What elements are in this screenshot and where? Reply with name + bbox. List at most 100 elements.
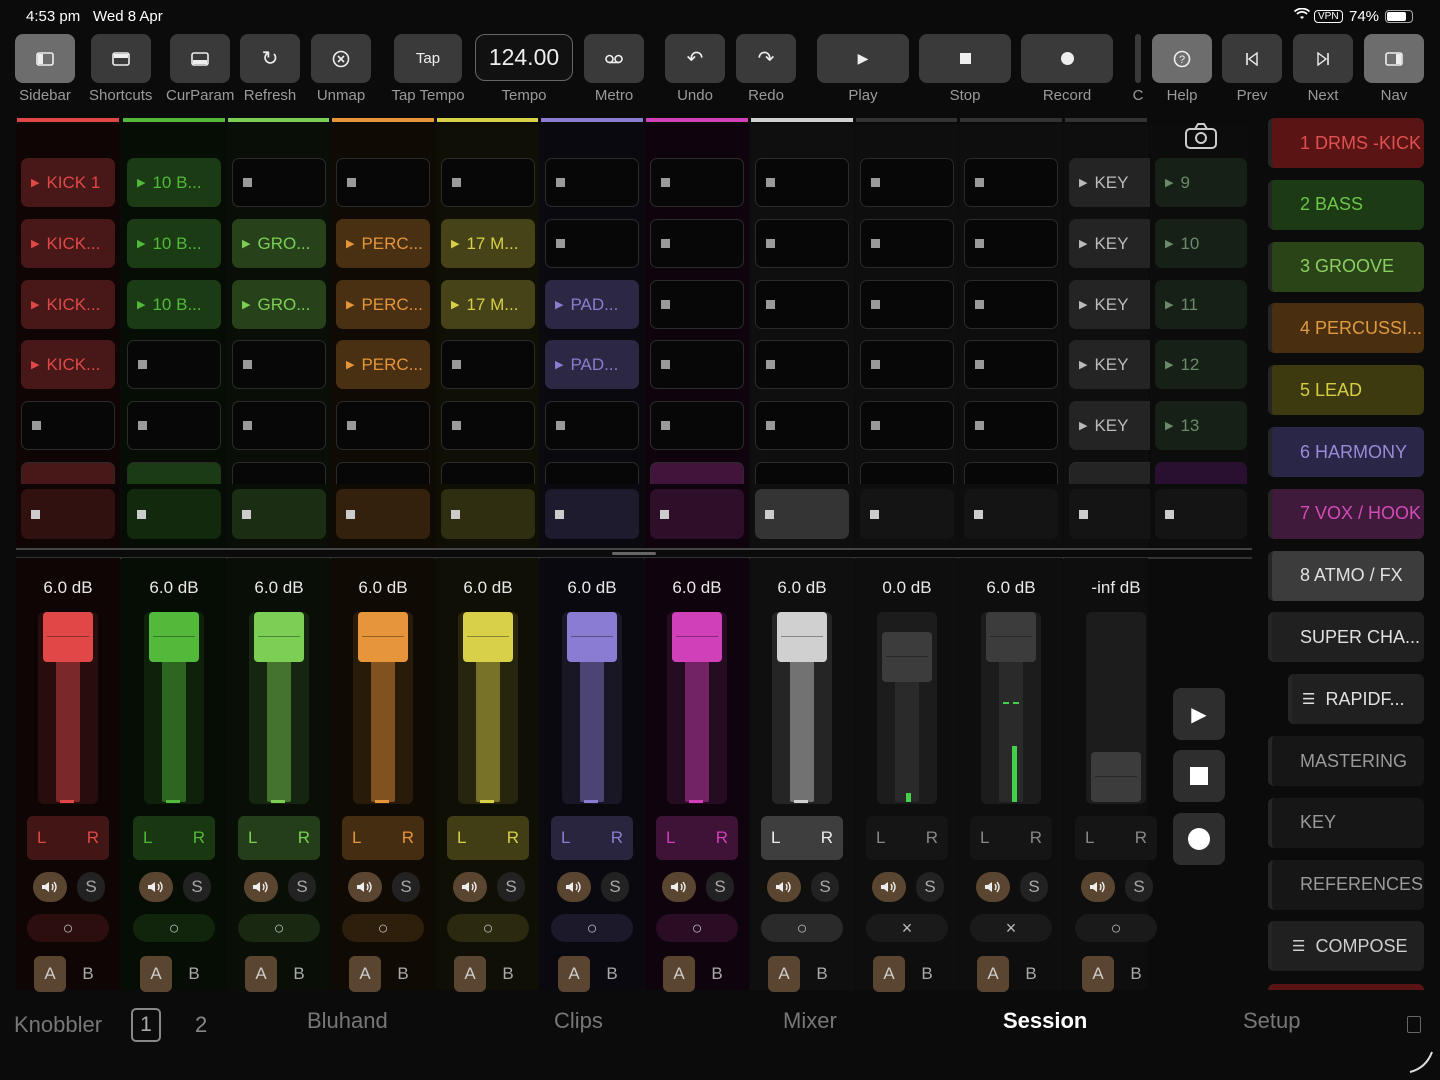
partial-scene-slot[interactable] bbox=[1155, 462, 1247, 484]
fader-handle[interactable] bbox=[43, 612, 93, 662]
empty-clip-slot[interactable] bbox=[650, 219, 744, 268]
tab-mixer[interactable]: Mixer bbox=[783, 1008, 837, 1034]
crossfade-a-button[interactable]: A bbox=[873, 956, 905, 992]
solo-button[interactable]: S bbox=[811, 872, 839, 902]
fader-handle[interactable] bbox=[149, 612, 199, 662]
fader-handle[interactable] bbox=[986, 612, 1036, 662]
solo-button[interactable]: S bbox=[706, 872, 734, 902]
mute-button[interactable] bbox=[244, 872, 278, 902]
pan-control[interactable]: LR bbox=[551, 816, 633, 860]
empty-clip-slot[interactable] bbox=[441, 340, 535, 389]
pan-control[interactable]: LR bbox=[342, 816, 424, 860]
solo-button[interactable]: S bbox=[497, 872, 525, 902]
clip-slot[interactable]: ▶ KICK 1 bbox=[21, 158, 115, 207]
redo-button[interactable]: ↷ Redo bbox=[736, 34, 796, 104]
crossfade-a-button[interactable]: A bbox=[977, 956, 1009, 992]
arm-button[interactable]: ○ bbox=[342, 914, 424, 942]
clip-slot[interactable]: ▶ 10 B... bbox=[127, 280, 221, 329]
empty-clip-slot[interactable] bbox=[336, 158, 430, 207]
crossfade-a-button[interactable]: A bbox=[663, 956, 695, 992]
clip-slot[interactable]: ▶ PERC... bbox=[336, 340, 430, 389]
crossfade-b-button[interactable]: B bbox=[178, 956, 210, 992]
metro-button[interactable]: Metro bbox=[584, 34, 644, 104]
empty-clip-slot[interactable] bbox=[860, 280, 954, 329]
sidebar-track-item[interactable]: 6 HARMONY bbox=[1268, 427, 1424, 477]
crossfade-b-button[interactable]: B bbox=[387, 956, 419, 992]
crossfade-a-button[interactable]: A bbox=[245, 956, 277, 992]
crossfade-b-button[interactable]: B bbox=[701, 956, 733, 992]
clip-slot[interactable]: ▶ KEY bbox=[1069, 158, 1163, 207]
fader-handle[interactable] bbox=[882, 632, 932, 682]
fader-handle[interactable] bbox=[777, 612, 827, 662]
crossfade-b-button[interactable]: B bbox=[492, 956, 524, 992]
sidebar-track-item[interactable]: 1 DRMS -KICK bbox=[1268, 118, 1424, 168]
sidebar-track-item[interactable]: MASTERING bbox=[1268, 736, 1424, 786]
fader-handle[interactable] bbox=[567, 612, 617, 662]
empty-clip-slot[interactable] bbox=[964, 280, 1058, 329]
mute-button[interactable] bbox=[872, 872, 906, 902]
clip-slot[interactable]: ▶ 17 M... bbox=[441, 219, 535, 268]
track-stop-button[interactable] bbox=[1069, 489, 1163, 539]
track-stop-button[interactable] bbox=[755, 489, 849, 539]
solo-button[interactable]: S bbox=[183, 872, 211, 902]
crossfade-b-button[interactable]: B bbox=[596, 956, 628, 992]
crossfade-a-button[interactable]: A bbox=[1082, 956, 1114, 992]
clip-slot[interactable]: ▶ GRO... bbox=[232, 219, 326, 268]
partial-clip-slot[interactable] bbox=[650, 462, 744, 484]
grid-mixer-divider[interactable] bbox=[16, 548, 1252, 550]
tab-bluhand[interactable]: Bluhand bbox=[307, 1008, 388, 1034]
scene-launch[interactable]: ▶ 12 bbox=[1155, 340, 1247, 389]
clip-slot[interactable]: ▶ KEY bbox=[1069, 401, 1163, 450]
empty-clip-slot[interactable] bbox=[755, 340, 849, 389]
sidebar-track-item[interactable]: SUPER CHA... bbox=[1268, 612, 1424, 663]
crossfade-b-button[interactable]: B bbox=[72, 956, 104, 992]
sidebar-track-item[interactable]: 2 BASS bbox=[1268, 179, 1424, 230]
scene-launch[interactable]: ▶ 10 bbox=[1155, 219, 1247, 268]
unmap-button[interactable]: Unmap bbox=[311, 34, 371, 104]
empty-clip-slot[interactable] bbox=[545, 401, 639, 450]
crossfade-b-button[interactable]: B bbox=[806, 956, 838, 992]
track-stop-button[interactable] bbox=[21, 489, 115, 539]
solo-button[interactable]: S bbox=[601, 872, 629, 902]
partial-clip-slot[interactable] bbox=[545, 462, 639, 484]
tempo-field[interactable]: 124.00 Tempo bbox=[475, 34, 573, 104]
partial-clip-slot[interactable] bbox=[21, 462, 115, 484]
pan-control[interactable]: LR bbox=[238, 816, 320, 860]
partial-clip-slot[interactable] bbox=[860, 462, 954, 484]
empty-clip-slot[interactable] bbox=[650, 158, 744, 207]
empty-clip-slot[interactable] bbox=[545, 158, 639, 207]
scene-launch[interactable]: ▶ 13 bbox=[1155, 401, 1247, 450]
empty-clip-slot[interactable] bbox=[650, 280, 744, 329]
pan-control[interactable]: LR bbox=[656, 816, 738, 860]
partial-clip-slot[interactable] bbox=[441, 462, 535, 484]
arm-button[interactable]: × bbox=[866, 914, 948, 942]
clip-slot[interactable]: ▶ PERC... bbox=[336, 219, 430, 268]
pan-control[interactable]: LR bbox=[447, 816, 529, 860]
track-stop-button[interactable] bbox=[127, 489, 221, 539]
refresh-button[interactable]: ↻ Refresh bbox=[240, 34, 300, 104]
shortcuts-button[interactable]: Shortcuts bbox=[89, 34, 152, 104]
tab-session[interactable]: Session bbox=[1003, 1008, 1087, 1034]
track-stop-button[interactable] bbox=[650, 489, 744, 539]
empty-clip-slot[interactable] bbox=[21, 401, 115, 450]
track-stop-button[interactable] bbox=[336, 489, 430, 539]
mixer-stop-button[interactable] bbox=[1173, 750, 1225, 802]
empty-clip-slot[interactable] bbox=[755, 401, 849, 450]
fader-handle[interactable] bbox=[463, 612, 513, 662]
crossfade-a-button[interactable]: A bbox=[454, 956, 486, 992]
pan-control[interactable]: LR bbox=[866, 816, 948, 860]
clip-slot[interactable]: ▶ 10 B... bbox=[127, 158, 221, 207]
crossfade-a-button[interactable]: A bbox=[349, 956, 381, 992]
clip-slot[interactable]: ▶ KEY bbox=[1069, 340, 1163, 389]
arm-button[interactable]: ○ bbox=[447, 914, 529, 942]
arm-button[interactable]: ○ bbox=[761, 914, 843, 942]
sidebar-track-item[interactable]: REFERENCES bbox=[1268, 859, 1424, 910]
solo-button[interactable]: S bbox=[916, 872, 944, 902]
empty-clip-slot[interactable] bbox=[441, 401, 535, 450]
stop-button[interactable]: Stop bbox=[919, 34, 1011, 104]
track-stop-button[interactable] bbox=[441, 489, 535, 539]
crossfade-b-button[interactable]: B bbox=[1015, 956, 1047, 992]
partial-clip-slot[interactable] bbox=[1069, 462, 1163, 484]
solo-button[interactable]: S bbox=[1020, 872, 1048, 902]
crossfade-b-button[interactable]: B bbox=[911, 956, 943, 992]
